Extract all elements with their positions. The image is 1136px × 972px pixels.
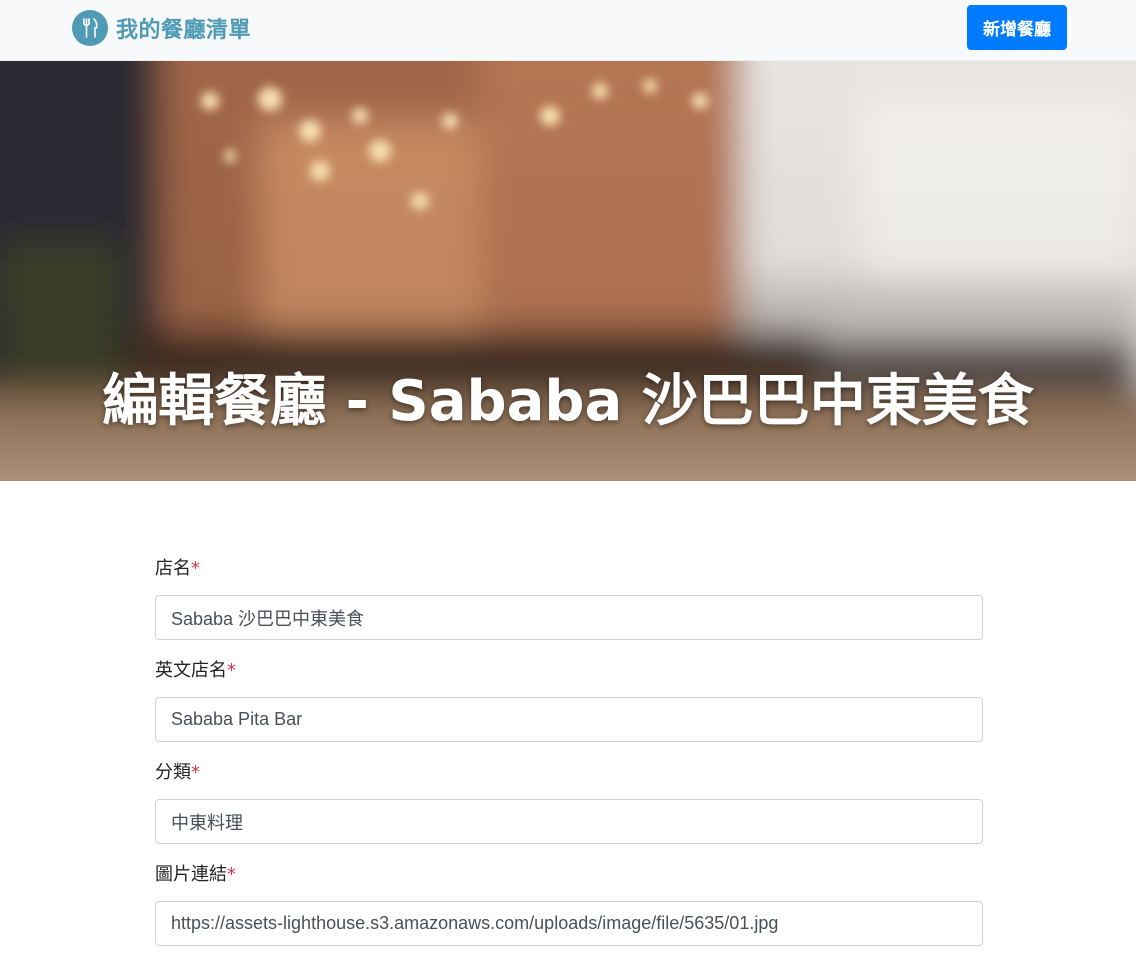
english-name-label: 英文店名* xyxy=(155,660,236,681)
name-field-group: 店名* xyxy=(155,555,983,640)
english-name-field-group: 英文店名* xyxy=(155,657,983,742)
brand-text: 我的餐廳清單 xyxy=(116,18,252,43)
brand-link[interactable]: 我的餐廳清單 xyxy=(72,10,251,46)
category-input[interactable] xyxy=(155,799,983,844)
name-label: 店名* xyxy=(155,558,200,579)
image-url-label: 圖片連結* xyxy=(155,864,236,885)
category-field-group: 分類* xyxy=(155,759,983,844)
navbar: 我的餐廳清單 新增餐廳 xyxy=(0,0,1136,61)
required-mark: * xyxy=(191,558,200,579)
english-name-input[interactable] xyxy=(155,697,983,742)
page-title: 編輯餐廳 - Sababa 沙巴巴中東美食 xyxy=(102,369,1034,434)
utensils-icon xyxy=(72,10,108,46)
edit-restaurant-form: 店名* 英文店名* 分類* 圖片連結* xyxy=(155,555,983,963)
required-mark: * xyxy=(191,762,200,783)
required-mark: * xyxy=(227,864,236,885)
required-mark: * xyxy=(227,660,236,681)
image-url-input[interactable] xyxy=(155,901,983,946)
image-url-field-group: 圖片連結* xyxy=(155,861,983,946)
hero-banner: 編輯餐廳 - Sababa 沙巴巴中東美食 xyxy=(0,61,1136,481)
add-restaurant-button[interactable]: 新增餐廳 xyxy=(967,5,1067,50)
category-label: 分類* xyxy=(155,762,200,783)
name-input[interactable] xyxy=(155,595,983,640)
